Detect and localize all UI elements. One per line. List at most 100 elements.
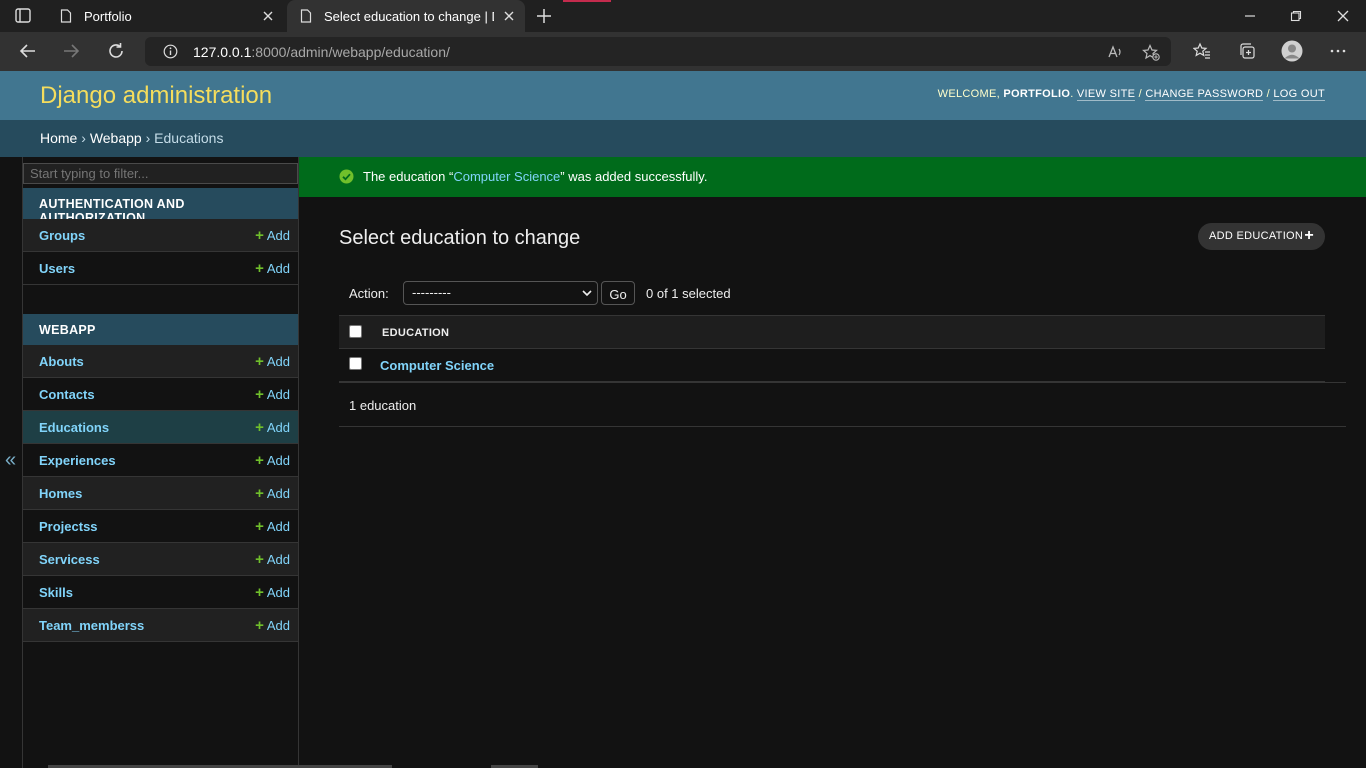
tab-select-education[interactable]: Select education to change | Djan xyxy=(287,0,525,32)
back-icon[interactable] xyxy=(19,42,37,60)
separator: / xyxy=(1266,88,1271,100)
go-button[interactable]: Go xyxy=(601,281,635,305)
view-site-link[interactable]: VIEW SITE xyxy=(1076,88,1136,101)
change-password-link[interactable]: CHANGE PASSWORD xyxy=(1145,88,1264,101)
tab-title: Select education to change | Djan xyxy=(324,9,494,24)
admin-header: Django administration WELCOME, PORTFOLIO… xyxy=(0,71,1366,120)
add-label: Add xyxy=(266,519,290,534)
module-auth: AUTHENTICATION AND AUTHORIZATION Groups … xyxy=(23,188,298,285)
column-header-education[interactable]: EDUCATION xyxy=(382,327,449,339)
more-menu-icon[interactable] xyxy=(1329,42,1347,60)
module-caption[interactable]: AUTHENTICATION AND AUTHORIZATION xyxy=(23,188,298,225)
add-label: Add xyxy=(266,420,290,435)
address-bar[interactable]: 127.0.0.1:8000/admin/webapp/education/ xyxy=(145,37,1171,66)
model-link[interactable]: Experiences xyxy=(39,453,116,468)
add-link[interactable]: + Add xyxy=(255,453,290,468)
row-checkbox[interactable] xyxy=(349,357,362,370)
breadcrumb-sep: › xyxy=(81,130,86,146)
nav-filter-input[interactable] xyxy=(23,163,298,184)
action-selected-value: --------- xyxy=(412,285,451,300)
add-link[interactable]: + Add xyxy=(255,261,290,276)
add-label: Add xyxy=(266,552,290,567)
add-icon: + xyxy=(255,584,264,601)
add-link[interactable]: + Add xyxy=(255,618,290,633)
model-link[interactable]: Users xyxy=(39,261,75,276)
action-select[interactable]: --------- xyxy=(403,281,598,305)
read-aloud-icon[interactable] xyxy=(1107,44,1123,60)
success-check-icon xyxy=(339,169,354,184)
actions-bar: Action: --------- Go 0 of 1 selected xyxy=(339,280,1325,315)
tab-title: Portfolio xyxy=(84,9,132,24)
tab-actions-icon[interactable] xyxy=(10,7,38,25)
module-rows: Abouts + Add Contacts + Add Educations + Ad… xyxy=(23,345,298,642)
forward-icon[interactable] xyxy=(62,42,80,60)
model-link[interactable]: Skills xyxy=(39,585,73,600)
model-link[interactable]: Projectss xyxy=(39,519,98,534)
url-text[interactable]: 127.0.0.1:8000/admin/webapp/education/ xyxy=(193,44,450,60)
username: PORTFOLIO xyxy=(1003,88,1071,100)
new-tab-icon[interactable] xyxy=(535,7,553,25)
browser-toolbar: 127.0.0.1:8000/admin/webapp/education/ xyxy=(0,32,1366,71)
add-icon: + xyxy=(255,452,264,469)
site-info-icon[interactable] xyxy=(163,44,178,59)
message-suffix: ” was added successfully. xyxy=(560,169,708,184)
tab-indicator xyxy=(563,0,611,2)
site-brand[interactable]: Django administration xyxy=(40,82,272,110)
welcome-text: WELCOME, xyxy=(937,88,1000,100)
breadcrumb: Home › Webapp › Educations xyxy=(0,120,1366,157)
add-link[interactable]: + Add xyxy=(255,387,290,402)
module-caption[interactable]: WEBAPP xyxy=(23,314,298,345)
minimize-icon[interactable] xyxy=(1244,10,1256,22)
close-tab-icon[interactable] xyxy=(262,10,274,22)
favorites-icon[interactable] xyxy=(1193,42,1211,60)
add-education-button[interactable]: ADD EDUCATION + xyxy=(1198,223,1325,250)
plus-icon: + xyxy=(1304,227,1314,244)
sidebar-item-contacts: Contacts + Add xyxy=(23,378,298,411)
url-host: 127.0.0.1 xyxy=(193,44,252,60)
page-icon xyxy=(60,9,72,23)
breadcrumb-app[interactable]: Webapp xyxy=(90,130,142,146)
close-window-icon[interactable] xyxy=(1337,10,1349,22)
add-icon: + xyxy=(255,386,264,403)
profile-avatar-icon[interactable] xyxy=(1281,40,1303,62)
add-link[interactable]: + Add xyxy=(255,486,290,501)
breadcrumb-sep: › xyxy=(145,130,151,146)
sidebar-item-homes: Homes + Add xyxy=(23,477,298,510)
add-icon: + xyxy=(255,551,264,568)
add-link[interactable]: + Add xyxy=(255,354,290,369)
model-link[interactable]: Groups xyxy=(39,228,85,243)
collections-icon[interactable] xyxy=(1238,42,1256,60)
sidebar-item-educations: Educations + Add xyxy=(23,411,298,444)
restore-icon[interactable] xyxy=(1290,10,1302,22)
add-icon: + xyxy=(255,227,264,244)
model-link[interactable]: Abouts xyxy=(39,354,84,369)
chevron-down-icon xyxy=(582,290,592,297)
model-link[interactable]: Contacts xyxy=(39,387,95,402)
results-table: EDUCATION Computer Science xyxy=(339,315,1325,382)
model-link[interactable]: Servicess xyxy=(39,552,100,567)
add-label: Add xyxy=(266,585,290,600)
add-link[interactable]: + Add xyxy=(255,420,290,435)
add-link[interactable]: + Add xyxy=(255,585,290,600)
breadcrumb-home[interactable]: Home xyxy=(40,130,77,146)
add-link[interactable]: + Add xyxy=(255,552,290,567)
action-label: Action: xyxy=(349,286,389,301)
close-tab-icon[interactable] xyxy=(503,10,515,22)
message-object-link[interactable]: Computer Science xyxy=(453,169,560,184)
add-link[interactable]: + Add xyxy=(255,519,290,534)
sidebar-item-users: Users + Add xyxy=(23,252,298,285)
row-link[interactable]: Computer Science xyxy=(380,358,494,373)
log-out-link[interactable]: LOG OUT xyxy=(1273,88,1325,101)
model-link[interactable]: Homes xyxy=(39,486,82,501)
refresh-icon[interactable] xyxy=(107,42,125,60)
collapse-sidebar-icon[interactable]: « xyxy=(5,449,16,472)
add-link[interactable]: + Add xyxy=(255,228,290,243)
add-label: Add xyxy=(266,453,290,468)
select-all-checkbox[interactable] xyxy=(349,325,362,338)
page-title: Select education to change xyxy=(339,227,581,249)
add-favorite-icon[interactable] xyxy=(1142,44,1160,61)
tab-portfolio[interactable]: Portfolio xyxy=(47,0,284,32)
sidebar-toggle[interactable]: « xyxy=(0,157,23,768)
model-link[interactable]: Educations xyxy=(39,420,109,435)
model-link[interactable]: Team_memberss xyxy=(39,618,144,633)
